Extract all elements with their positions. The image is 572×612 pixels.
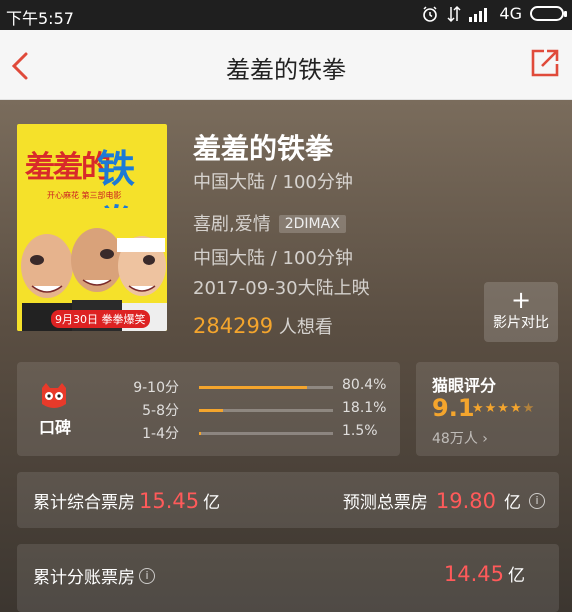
maoyan-score-panel[interactable]: 猫眼评分 9.1 ★★★★★ 48万人 › — [416, 362, 559, 456]
chevron-right-icon: › — [477, 431, 488, 447]
status-bar: 下午5:57 4G — [0, 0, 572, 30]
rater-count-text: 48万人 — [432, 431, 478, 447]
rating-bar-track — [199, 386, 333, 389]
rating-bar-fill — [199, 386, 307, 389]
alarm-icon — [423, 5, 438, 22]
split-box-office-label: 累计分账票房 — [33, 568, 135, 588]
movie-region-duration-2: 中国大陆 / 100分钟 — [193, 248, 353, 269]
data-transfer-icon — [447, 5, 461, 22]
status-icons: 4G — [421, 4, 567, 23]
split-box-office-unit: 亿 — [508, 566, 525, 586]
movie-genres-row: 喜剧,爱情 2DIMAX — [193, 210, 346, 236]
maoyan-score-value: 9.1 — [432, 394, 475, 422]
rating-percent: 80.4% — [342, 377, 387, 393]
rating-bar-track — [199, 432, 333, 435]
rating-bar-fill — [199, 409, 224, 412]
split-box-office-amount: 14.45 亿 — [440, 561, 525, 586]
predicted-box-office[interactable]: 预测总票房 19.80 亿 i — [343, 488, 545, 513]
word-of-mouth-label: 口碑 — [39, 418, 72, 437]
maoyan-rater-count: 48万人 › — [432, 428, 488, 448]
want-count: 284299 — [193, 314, 274, 338]
share-icon[interactable] — [528, 46, 562, 80]
poster-tagline: 开心麻花 第三部电影 — [47, 191, 122, 200]
nav-bar: 羞羞的铁拳 — [0, 30, 572, 100]
want-label: 人想看 — [278, 317, 333, 338]
predicted-box-office-label: 预测总票房 — [342, 493, 428, 513]
format-tag: 2DIMAX — [278, 215, 346, 233]
star-rating-icon: ★★★★★ — [472, 401, 536, 416]
word-of-mouth-panel[interactable]: 口碑 9-10分 80.4% 5-8分 18.1% 1-4分 1.5% — [17, 362, 400, 456]
total-box-office-label: 累计综合票房 — [33, 493, 135, 513]
rating-range: 1-4分 — [142, 426, 179, 442]
movie-genres: 喜剧,爱情 — [193, 214, 271, 235]
total-box-office: 累计综合票房 15.45 亿 — [33, 488, 220, 513]
network-type: 4G — [499, 4, 522, 23]
cat-logo-icon — [42, 383, 66, 408]
predicted-box-office-unit: 亿 — [504, 493, 521, 513]
split-box-office[interactable]: 累计分账票房 i 14.45 亿 — [17, 544, 559, 612]
compare-movie-button[interactable]: + 影片对比 — [484, 282, 558, 342]
movie-release-date: 2017-09-30大陆上映 — [193, 278, 370, 299]
poster-date-badge: 9月30日 拳拳爆笑 — [51, 310, 150, 328]
compare-button-label: 影片对比 — [493, 315, 549, 331]
rating-range: 9-10分 — [133, 380, 179, 396]
rating-bar-track — [199, 409, 333, 412]
want-to-see: 284299 人想看 — [193, 313, 333, 339]
movie-region-duration: 中国大陆 / 100分钟 — [193, 172, 353, 193]
rating-row: 1-4分 1.5% — [127, 423, 397, 443]
box-office-summary: 累计综合票房 15.45 亿 预测总票房 19.80 亿 i — [17, 472, 559, 528]
page-title: 羞羞的铁拳 — [226, 56, 346, 84]
rating-row: 9-10分 80.4% — [127, 377, 397, 397]
plus-icon: + — [510, 286, 532, 314]
rating-row: 5-8分 18.1% — [127, 400, 397, 420]
rating-percent: 18.1% — [342, 400, 387, 416]
split-box-office-value: 14.45 — [443, 562, 504, 586]
rating-bar-fill — [199, 432, 201, 435]
movie-poster[interactable]: 羞羞的 铁拳 开心麻花 第三部电影 9月30日 拳拳爆笑 — [17, 124, 167, 331]
status-time: 下午5:57 — [6, 9, 74, 28]
total-box-office-value: 15.45 — [139, 489, 200, 513]
info-icon[interactable]: i — [529, 492, 545, 509]
rating-percent: 1.5% — [342, 423, 378, 439]
maoyan-score-title: 猫眼评分 — [432, 376, 497, 395]
info-icon[interactable]: i — [139, 567, 155, 584]
battery-icon — [530, 6, 567, 21]
signal-icon — [469, 7, 488, 22]
total-box-office-unit: 亿 — [203, 493, 221, 513]
movie-title: 羞羞的铁拳 — [193, 132, 334, 165]
split-box-office-label-row: 累计分账票房 i — [33, 563, 155, 588]
rating-range: 5-8分 — [142, 403, 179, 419]
predicted-box-office-value: 19.80 — [435, 488, 496, 513]
